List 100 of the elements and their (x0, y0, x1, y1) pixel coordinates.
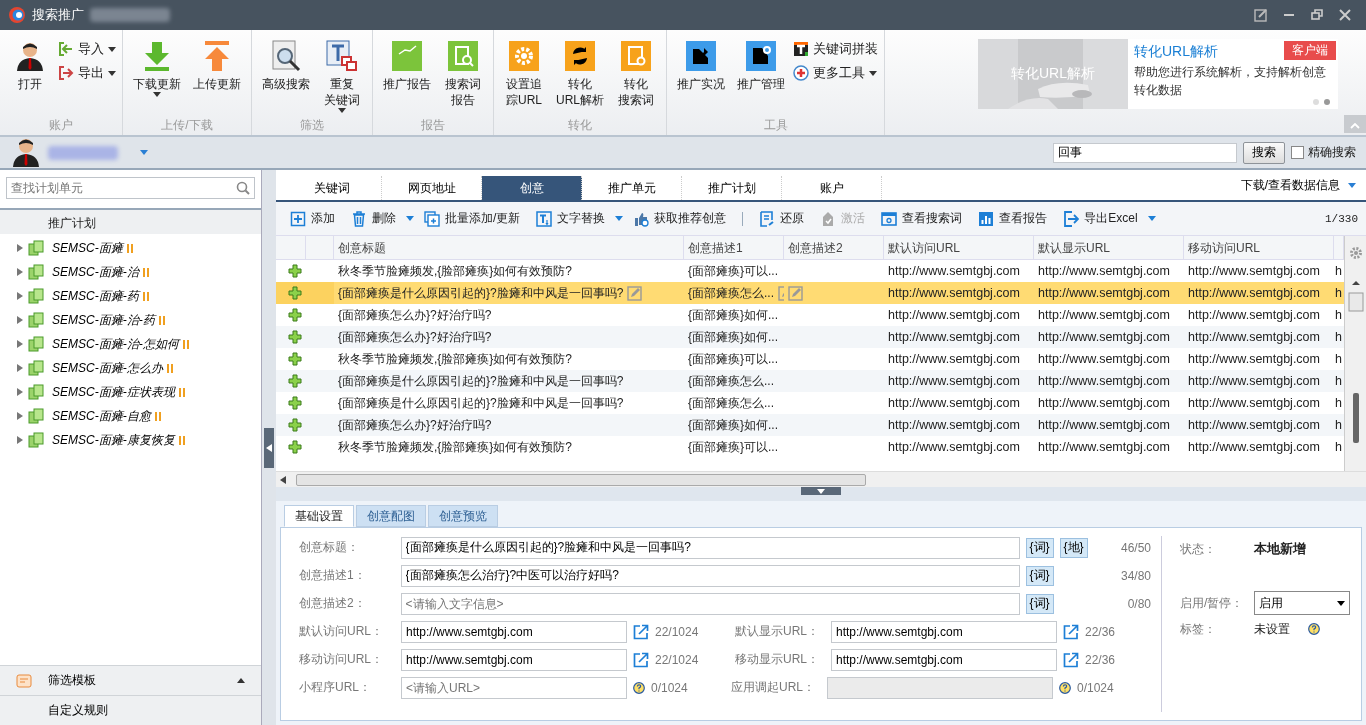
tab[interactable]: 账户 (782, 176, 882, 200)
url-field[interactable]: http://www.semtgbj.com (831, 648, 1057, 671)
detail-tab[interactable]: 基础设置 (284, 505, 354, 527)
table-row[interactable]: {面部瘫痪是什么原因引起的}?脸瘫和中风是一回事吗? {面部瘫痪怎么... http://www.semtgbj.com http://www.semtgbj.com http://www.semtgbj.com h (276, 392, 1344, 414)
toolbar-button[interactable]: 获取推荐创意 (627, 208, 733, 229)
scroll-left-icon[interactable] (280, 475, 286, 484)
tab[interactable]: 推广单元 (582, 176, 682, 200)
tree-item[interactable]: SEMSC-面瘫-治-药 (0, 308, 261, 332)
table-row[interactable]: 秋冬季节脸瘫频发,{脸部瘫痪}如何有效预防? {面部瘫痪}可以... http://www.semtgbj.com http://www.semtgbj.com http://www.semtgbj.com h (276, 260, 1344, 282)
table-row[interactable]: {面部瘫痪是什么原因引起的}?脸瘫和中风是一回事吗? {面部瘫痪怎么... http://www.semtgbj.com http://www.semtgbj.com http://www.semtgbj.com h (276, 370, 1344, 392)
collapsed-icon[interactable] (16, 412, 24, 420)
tree-item[interactable]: SEMSC-面瘫-治-怎如何 (0, 332, 261, 356)
tree-item[interactable]: SEMSC-面瘫 (0, 236, 261, 260)
collapsed-icon[interactable] (16, 244, 24, 252)
toolbar-button[interactable]: 文字替换 (530, 208, 612, 229)
ribbon-button[interactable]: 高级搜索 (258, 36, 314, 117)
ribbon-button[interactable]: 打开 (6, 36, 54, 117)
collapsed-icon[interactable] (16, 364, 24, 372)
ribbon-button[interactable]: 导入 (58, 40, 116, 58)
url-field[interactable]: http://www.semtgbj.com (401, 648, 627, 671)
collapsed-icon[interactable] (16, 316, 24, 324)
collapsed-icon[interactable] (16, 388, 24, 396)
toolbar-button[interactable]: 添加 (284, 208, 341, 229)
url-field[interactable]: <请输入URL> (401, 676, 627, 699)
column-header[interactable]: 创意描述2 (784, 236, 884, 259)
filter-template-item[interactable]: 筛选模板 (0, 665, 261, 695)
toolbar-button[interactable]: 查看搜索词 (875, 208, 969, 229)
tree-item[interactable]: SEMSC-面瘫-药 (0, 284, 261, 308)
ribbon-button[interactable]: 关键词拼装 (793, 40, 878, 58)
tree-item[interactable]: SEMSC-面瘫-治 (0, 260, 261, 284)
carousel-dot[interactable] (1313, 99, 1319, 105)
splitter-button[interactable] (801, 487, 841, 495)
ribbon-button[interactable]: 推广管理 (733, 36, 789, 117)
tab[interactable]: 创意 (482, 176, 582, 200)
insert-tag[interactable]: {词} (1025, 565, 1054, 586)
toolbar-button[interactable]: 批量添加/更新 (418, 208, 527, 229)
data-menu[interactable]: 下载/查看数据信息 (1230, 177, 1366, 200)
search-field[interactable]: 查找计划单元 (6, 177, 255, 199)
search-field[interactable]: 回事 (1053, 142, 1237, 163)
table-row[interactable]: 秋冬季节脸瘫频发,{脸部瘫痪}如何有效预防? {面部瘫痪}可以... http://www.semtgbj.com http://www.semtgbj.com http://www.semtgbj.com h (276, 348, 1344, 370)
search-icon[interactable] (236, 181, 250, 195)
detail-tab[interactable]: 创意配图 (356, 505, 426, 527)
ribbon-button[interactable]: 搜索词 报告 (439, 36, 487, 117)
status-dropdown[interactable]: 启用 (1254, 591, 1350, 615)
external-link-icon[interactable] (1063, 651, 1079, 668)
column-header[interactable]: 默认访问URL (884, 236, 1034, 259)
scrollbar-thumb[interactable] (296, 473, 866, 486)
ribbon-button[interactable]: 上传更新 (189, 36, 245, 117)
ribbon-button[interactable]: 更多工具 (793, 64, 878, 82)
ribbon-button[interactable]: 转化 URL解析 (552, 36, 608, 117)
column-header[interactable]: 默认显示URL (1034, 236, 1184, 259)
ribbon-button[interactable]: 导出 (58, 64, 116, 82)
detail-tab[interactable]: 创意预览 (428, 505, 498, 527)
custom-rules-item[interactable]: 自定义规则 (0, 695, 261, 725)
external-link-icon[interactable] (633, 623, 649, 640)
ribbon-button[interactable]: 下载更新 (129, 36, 185, 117)
table-row[interactable]: {面部瘫痪怎么办}?好治疗吗? {面部瘫痪}如何... http://www.semtgbj.com http://www.semtgbj.com http://www.semtgbj.com h (276, 326, 1344, 348)
ribbon-button[interactable]: 设置追 踪URL (500, 36, 548, 117)
text-field[interactable]: <请输入文字信息> (400, 592, 1020, 615)
ribbon-button[interactable]: 转化 搜索词 (612, 36, 660, 117)
tab[interactable]: 推广计划 (682, 176, 782, 200)
table-row[interactable]: 秋冬季节脸瘫频发,{脸部瘫痪}如何有效预防? {面部瘫痪}可以... http://www.semtgbj.com http://www.semtgbj.com http://www.semtgbj.com h (276, 436, 1344, 458)
url-field[interactable]: http://www.semtgbj.com (831, 620, 1057, 643)
tree-item[interactable]: SEMSC-面瘫-症状表现 (0, 380, 261, 404)
text-field[interactable]: {面部瘫痪是什么原因引起的}?脸瘫和中风是一回事吗? (400, 536, 1020, 559)
toolbar-button[interactable]: 导出Excel (1057, 208, 1144, 229)
column-header[interactable]: 创意描述1 (684, 236, 784, 259)
tree-item[interactable]: SEMSC-面瘫-康复恢复 (0, 428, 261, 452)
tab[interactable]: 关键词 (282, 176, 382, 200)
toolbar-button[interactable]: 还原 (753, 208, 811, 229)
external-link-icon[interactable] (633, 651, 649, 668)
close-icon[interactable] (1338, 8, 1352, 22)
collapsed-icon[interactable] (16, 340, 24, 348)
toolbar-button[interactable]: 删除 (345, 208, 402, 229)
toolbar-button[interactable]: 查看报告 (972, 208, 1054, 229)
tree-item[interactable]: SEMSC-面瘫-自愈 (0, 404, 261, 428)
collapsed-icon[interactable] (16, 268, 24, 276)
url-field[interactable]: http://www.semtgbj.com (401, 620, 627, 643)
gear-icon[interactable] (1349, 246, 1363, 260)
ribbon-button[interactable]: 推广报告 (379, 36, 435, 117)
external-link-icon[interactable] (1063, 623, 1079, 640)
column-header[interactable]: 移动访问URL (1184, 236, 1334, 259)
table-row[interactable]: {面部瘫痪怎么办}?好治疗吗? {面部瘫痪}如何... http://www.semtgbj.com http://www.semtgbj.com http://www.semtgbj.com h (276, 414, 1344, 436)
insert-tag[interactable]: {词} (1025, 593, 1054, 614)
restore-icon[interactable] (1310, 8, 1324, 22)
tree-item[interactable]: SEMSC-面瘫-怎么办 (0, 356, 261, 380)
ribbon-button[interactable]: 推广实况 (673, 36, 729, 117)
collapsed-icon[interactable] (16, 436, 24, 444)
ribbon-button[interactable]: 重复 关键词 (318, 36, 366, 117)
edit-icon[interactable] (1254, 8, 1268, 22)
insert-tag[interactable]: {词} (1025, 537, 1054, 558)
collapsed-icon[interactable] (16, 292, 24, 300)
text-field[interactable]: {面部瘫痪怎么治疗}?中医可以治疗好吗? (400, 564, 1020, 587)
carousel-dot[interactable] (1324, 99, 1330, 105)
exact-search-checkbox[interactable]: 精确搜索 (1291, 144, 1356, 161)
search-button[interactable]: 搜索 (1243, 141, 1285, 164)
table-row[interactable]: {面部瘫痪怎么办}?好治疗吗? {面部瘫痪}如何... http://www.semtgbj.com http://www.semtgbj.com http://www.semtgbj.com h (276, 304, 1344, 326)
insert-tag[interactable]: {地} (1059, 537, 1088, 558)
collapse-sidebar-button[interactable] (264, 427, 274, 468)
column-header[interactable]: 创意标题 (334, 236, 684, 259)
